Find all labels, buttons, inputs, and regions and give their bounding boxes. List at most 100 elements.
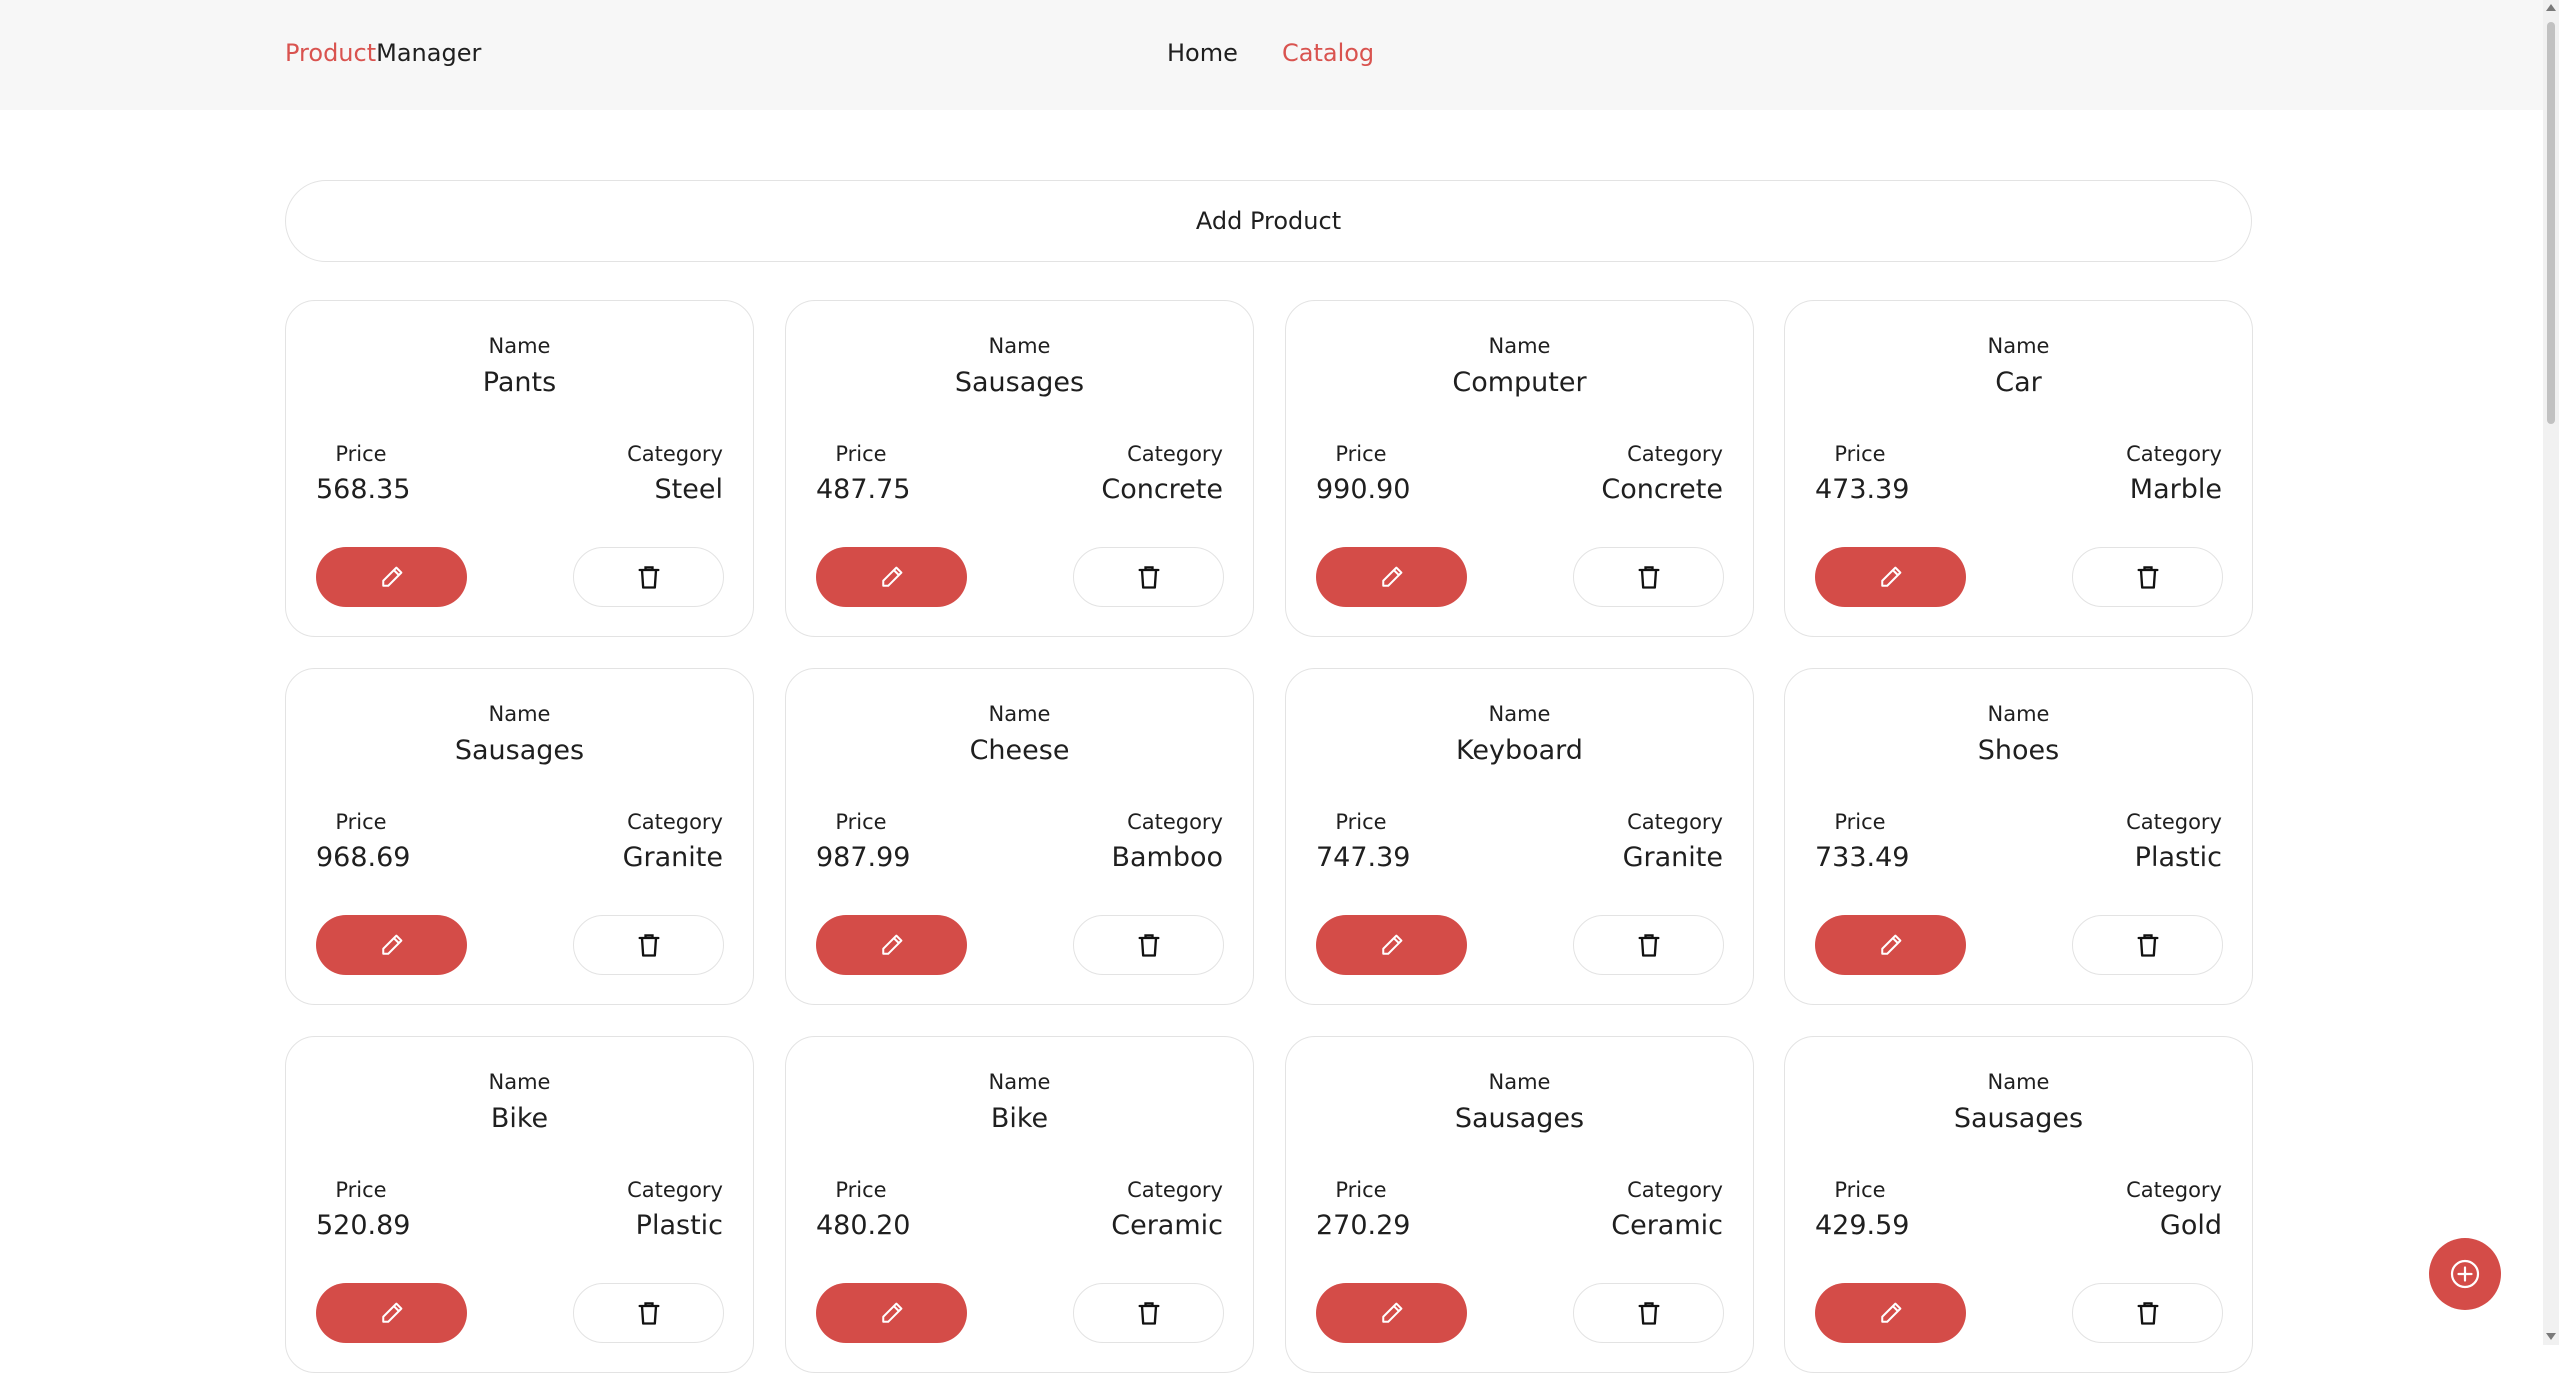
product-price: 733.49	[1815, 842, 1910, 873]
product-name: Bike	[490, 1103, 549, 1134]
edit-product-button[interactable]	[1316, 915, 1467, 975]
trash-icon	[635, 1299, 663, 1327]
name-label: Name	[1488, 702, 1551, 726]
name-label: Name	[488, 334, 551, 358]
product-category: Steel	[654, 474, 723, 505]
delete-product-button[interactable]	[2072, 915, 2223, 975]
pencil-icon	[1377, 1298, 1407, 1328]
product-name: Sausages	[954, 367, 1085, 398]
product-category: Concrete	[1101, 474, 1223, 505]
product-card: Name Keyboard Price 747.39 Category Granite	[1285, 668, 1754, 1005]
edit-product-button[interactable]	[816, 547, 967, 607]
edit-product-button[interactable]	[1815, 547, 1966, 607]
delete-product-button[interactable]	[1073, 915, 1224, 975]
category-label: Category	[627, 442, 723, 466]
product-name: Bike	[990, 1103, 1049, 1134]
product-card: Name Sausages Price 429.59 Category Gold	[1784, 1036, 2253, 1373]
trash-icon	[1135, 931, 1163, 959]
product-category: Gold	[2159, 1210, 2222, 1241]
delete-product-button[interactable]	[2072, 1283, 2223, 1343]
pencil-icon	[877, 930, 907, 960]
edit-product-button[interactable]	[1316, 547, 1467, 607]
trash-icon	[1635, 563, 1663, 591]
edit-product-button[interactable]	[1815, 1283, 1966, 1343]
edit-product-button[interactable]	[316, 547, 467, 607]
product-price: 429.59	[1815, 1210, 1910, 1241]
product-category: Concrete	[1601, 474, 1723, 505]
product-price: 747.39	[1316, 842, 1411, 873]
delete-product-button[interactable]	[1573, 915, 1724, 975]
scroll-thumb[interactable]	[2547, 22, 2555, 424]
name-label: Name	[988, 1070, 1051, 1094]
product-price: 568.35	[316, 474, 411, 505]
price-label: Price	[335, 1178, 387, 1202]
product-price: 270.29	[1316, 1210, 1411, 1241]
product-name: Cheese	[969, 735, 1070, 766]
product-category: Ceramic	[1111, 1210, 1223, 1241]
edit-product-button[interactable]	[316, 915, 467, 975]
edit-product-button[interactable]	[1316, 1283, 1467, 1343]
pencil-icon	[377, 1298, 407, 1328]
price-label: Price	[835, 442, 887, 466]
edit-product-button[interactable]	[1815, 915, 1966, 975]
pencil-icon	[1876, 1298, 1906, 1328]
add-product-button[interactable]: Add Product	[285, 180, 2252, 262]
price-label: Price	[1834, 442, 1886, 466]
category-label: Category	[1127, 1178, 1223, 1202]
name-label: Name	[988, 702, 1051, 726]
product-card: Name Sausages Price 968.69 Category Granite	[285, 668, 754, 1005]
category-label: Category	[1127, 442, 1223, 466]
price-label: Price	[1335, 1178, 1387, 1202]
product-card: Name Shoes Price 733.49 Category Plastic	[1784, 668, 2253, 1005]
page-scrollbar[interactable]	[2543, 0, 2559, 1345]
pencil-icon	[877, 1298, 907, 1328]
delete-product-button[interactable]	[573, 915, 724, 975]
brand-logo[interactable]: ProductManager	[285, 38, 481, 68]
floating-add-button[interactable]	[2429, 1238, 2501, 1310]
edit-product-button[interactable]	[816, 915, 967, 975]
nav-home-link[interactable]: Home	[1167, 38, 1238, 68]
product-card: Name Bike Price 520.89 Category Plastic	[285, 1036, 754, 1373]
scroll-down-arrow[interactable]	[2546, 1333, 2556, 1340]
product-name: Pants	[482, 367, 557, 398]
product-price: 480.20	[816, 1210, 911, 1241]
product-category: Plastic	[635, 1210, 723, 1241]
delete-product-button[interactable]	[573, 1283, 724, 1343]
trash-icon	[2134, 1299, 2162, 1327]
trash-icon	[1635, 931, 1663, 959]
delete-product-button[interactable]	[1573, 547, 1724, 607]
product-card: Name Computer Price 990.90 Category Concrete	[1285, 300, 1754, 637]
delete-product-button[interactable]	[1573, 1283, 1724, 1343]
category-label: Category	[2126, 1178, 2222, 1202]
nav-catalog-link[interactable]: Catalog	[1282, 38, 1374, 68]
edit-product-button[interactable]	[316, 1283, 467, 1343]
top-navbar: ProductManager Home Catalog	[0, 0, 2543, 110]
product-price: 968.69	[316, 842, 411, 873]
scroll-up-arrow[interactable]	[2546, 4, 2556, 11]
product-price: 990.90	[1316, 474, 1411, 505]
category-label: Category	[1627, 1178, 1723, 1202]
product-card: Name Bike Price 480.20 Category Ceramic	[785, 1036, 1254, 1373]
trash-icon	[1135, 563, 1163, 591]
product-category: Granite	[622, 842, 723, 873]
trash-icon	[2134, 563, 2162, 591]
product-name: Sausages	[1454, 1103, 1585, 1134]
name-label: Name	[1987, 1070, 2050, 1094]
delete-product-button[interactable]	[573, 547, 724, 607]
product-price: 987.99	[816, 842, 911, 873]
pencil-icon	[377, 562, 407, 592]
product-category: Marble	[2129, 474, 2222, 505]
product-name: Sausages	[454, 735, 585, 766]
delete-product-button[interactable]	[2072, 547, 2223, 607]
delete-product-button[interactable]	[1073, 547, 1224, 607]
price-label: Price	[1335, 442, 1387, 466]
delete-product-button[interactable]	[1073, 1283, 1224, 1343]
pencil-icon	[1876, 562, 1906, 592]
pencil-icon	[877, 562, 907, 592]
product-name: Sausages	[1953, 1103, 2084, 1134]
category-label: Category	[1627, 442, 1723, 466]
edit-product-button[interactable]	[816, 1283, 967, 1343]
name-label: Name	[1987, 334, 2050, 358]
pencil-icon	[377, 930, 407, 960]
name-label: Name	[1987, 702, 2050, 726]
